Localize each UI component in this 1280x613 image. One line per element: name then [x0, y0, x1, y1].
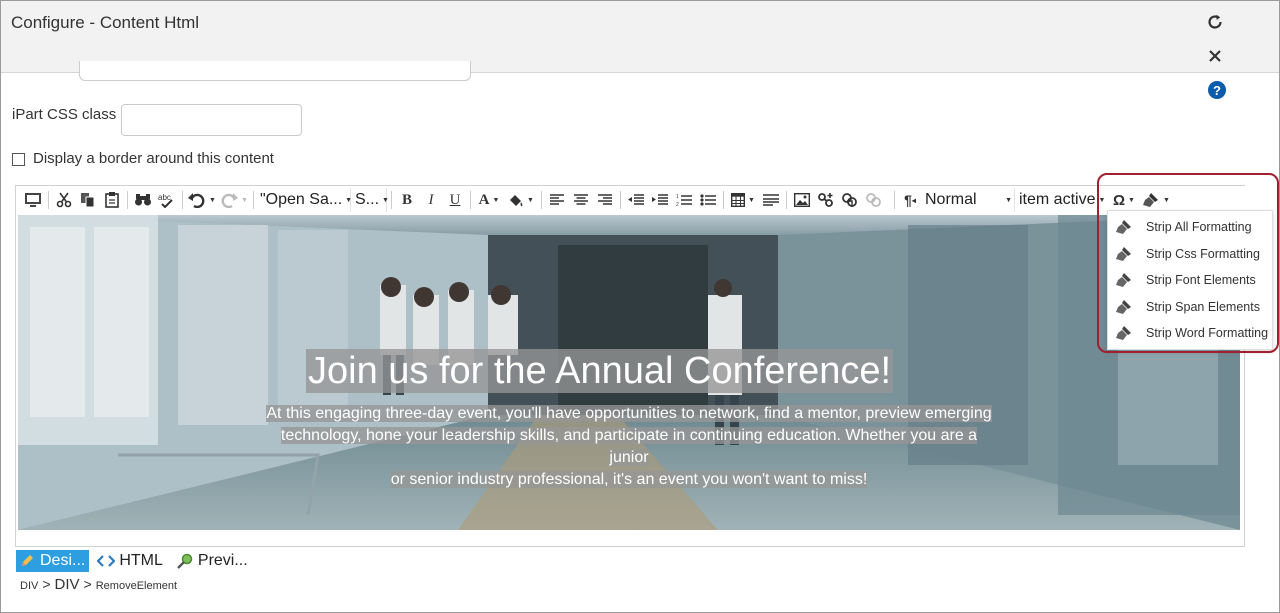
tab-design-label: Desi... [40, 552, 86, 569]
banner-paragraph-line-1: At this engaging three-day event, you'll… [266, 405, 992, 422]
font-color-icon[interactable]: A ▼ [475, 188, 503, 212]
copy-icon[interactable] [77, 188, 99, 212]
italic-icon[interactable]: I [420, 188, 442, 212]
breadcrumb-item[interactable]: DIV [20, 580, 38, 592]
menu-item-label: Strip Font Elements [1146, 273, 1256, 287]
undo-icon[interactable]: ▼ [187, 188, 217, 212]
strip-font-elements-item[interactable]: Strip Font Elements [1110, 268, 1272, 292]
banner-paragraph-line-2: technology, hone your leadership skills,… [280, 427, 978, 466]
tab-preview[interactable]: Previ... [173, 550, 252, 572]
breadcrumb-separator: > [42, 576, 51, 592]
refresh-icon[interactable] [1202, 9, 1228, 35]
dialog-title: Configure - Content Html [11, 13, 200, 32]
menu-item-label: Strip All Formatting [1146, 220, 1252, 234]
font-family-value: "Open Sa... [260, 191, 343, 208]
banner-paragraph-line-3: or senior industry professional, it's an… [390, 471, 868, 488]
menu-item-label: Strip Css Formatting [1146, 247, 1260, 261]
insert-link-icon[interactable] [815, 188, 837, 212]
border-checkbox[interactable] [12, 153, 25, 166]
outdent-icon[interactable] [625, 188, 647, 212]
strip-css-formatting-item[interactable]: Strip Css Formatting [1110, 242, 1272, 266]
menu-item-label: Strip Span Elements [1146, 300, 1260, 314]
paste-icon[interactable] [101, 188, 123, 212]
paragraph-icon[interactable]: ¶ ◂ [899, 188, 921, 212]
svg-text:abc: abc [158, 193, 171, 202]
remove-link-icon[interactable] [863, 188, 885, 212]
menu-item-label: Strip Word Formatting [1146, 326, 1269, 340]
magnifier-icon [177, 553, 193, 569]
align-left-icon[interactable] [546, 188, 568, 212]
brush-icon [1112, 219, 1136, 235]
strip-formatting-menu: Strip All Formatting Strip Css Formattin… [1107, 210, 1273, 350]
element-breadcrumb: DIV > DIV > RemoveElement [20, 576, 177, 593]
cut-icon[interactable] [53, 188, 75, 212]
paragraph-format-value: Normal [925, 191, 977, 208]
font-size-value: S... [355, 191, 380, 208]
background-color-icon[interactable]: ▼ [505, 188, 537, 212]
close-icon[interactable] [1202, 43, 1228, 69]
help-icon[interactable]: ? [1208, 81, 1226, 99]
previous-field-input[interactable] [79, 61, 471, 81]
breadcrumb-remove-element[interactable]: RemoveElement [96, 580, 177, 592]
breadcrumb-separator: > [83, 576, 92, 592]
paragraph-format-select[interactable]: Normal ▼ [923, 188, 1015, 212]
underline-icon[interactable]: U [444, 188, 466, 212]
insert-special-link-icon[interactable] [839, 188, 861, 212]
css-class-value: item active [1019, 191, 1096, 208]
editor-mode-tabs: Desi... HTML Previ... [16, 550, 252, 572]
brush-icon [1112, 246, 1136, 262]
numbered-list-icon[interactable]: 12 [673, 188, 695, 212]
table-icon[interactable]: ▼ [728, 188, 758, 212]
tab-html[interactable]: HTML [93, 550, 167, 572]
toggle-screen-mode-icon[interactable] [22, 188, 44, 212]
find-icon[interactable] [132, 188, 154, 212]
font-family-select[interactable]: "Open Sa... ▼ [258, 188, 352, 212]
tab-html-label: HTML [119, 552, 163, 569]
brush-icon [1112, 299, 1136, 315]
strip-formatting-icon[interactable]: ▼ [1141, 188, 1171, 212]
spellcheck-icon[interactable]: abc [156, 188, 178, 212]
editor-toolbar: abc ▼ ▼ "Open Sa...▼ S...▼ B I U A▼ ▼ [16, 186, 1246, 214]
insert-image-icon[interactable] [791, 188, 813, 212]
pencil-icon [22, 555, 33, 566]
banner-paragraph: At this engaging three-day event, you'll… [263, 403, 995, 491]
indent-icon[interactable] [649, 188, 671, 212]
configure-dialog: Configure - Content Html ? iPart CSS cla… [0, 0, 1280, 613]
strip-word-formatting-item[interactable]: Strip Word Formatting [1110, 321, 1272, 345]
border-checkbox-label: Display a border around this content [33, 150, 274, 167]
svg-text:1: 1 [676, 194, 679, 200]
breadcrumb-item[interactable]: DIV [55, 576, 80, 593]
banner-heading: Join us for the Annual Conference! [306, 349, 894, 393]
brush-icon [1112, 325, 1136, 341]
align-right-icon[interactable] [594, 188, 616, 212]
strip-all-formatting-item[interactable]: Strip All Formatting [1110, 215, 1272, 239]
brush-icon [1112, 272, 1136, 288]
redo-icon[interactable]: ▼ [219, 188, 249, 212]
strip-span-elements-item[interactable]: Strip Span Elements [1110, 295, 1272, 319]
bullet-list-icon[interactable] [697, 188, 719, 212]
css-class-label: iPart CSS class [12, 106, 117, 123]
horizontal-rule-icon[interactable] [760, 188, 782, 212]
bold-icon[interactable]: B [396, 188, 418, 212]
code-icon [97, 555, 116, 567]
align-center-icon[interactable] [570, 188, 592, 212]
css-class-select[interactable]: item active ▼ [1017, 188, 1107, 212]
font-size-select[interactable]: S... ▼ [353, 188, 389, 212]
tab-design[interactable]: Desi... [16, 550, 90, 572]
svg-text:2: 2 [676, 202, 679, 207]
tab-preview-label: Previ... [197, 552, 248, 569]
css-class-input[interactable] [121, 104, 302, 136]
special-character-icon[interactable]: Ω ▼ [1109, 188, 1139, 212]
